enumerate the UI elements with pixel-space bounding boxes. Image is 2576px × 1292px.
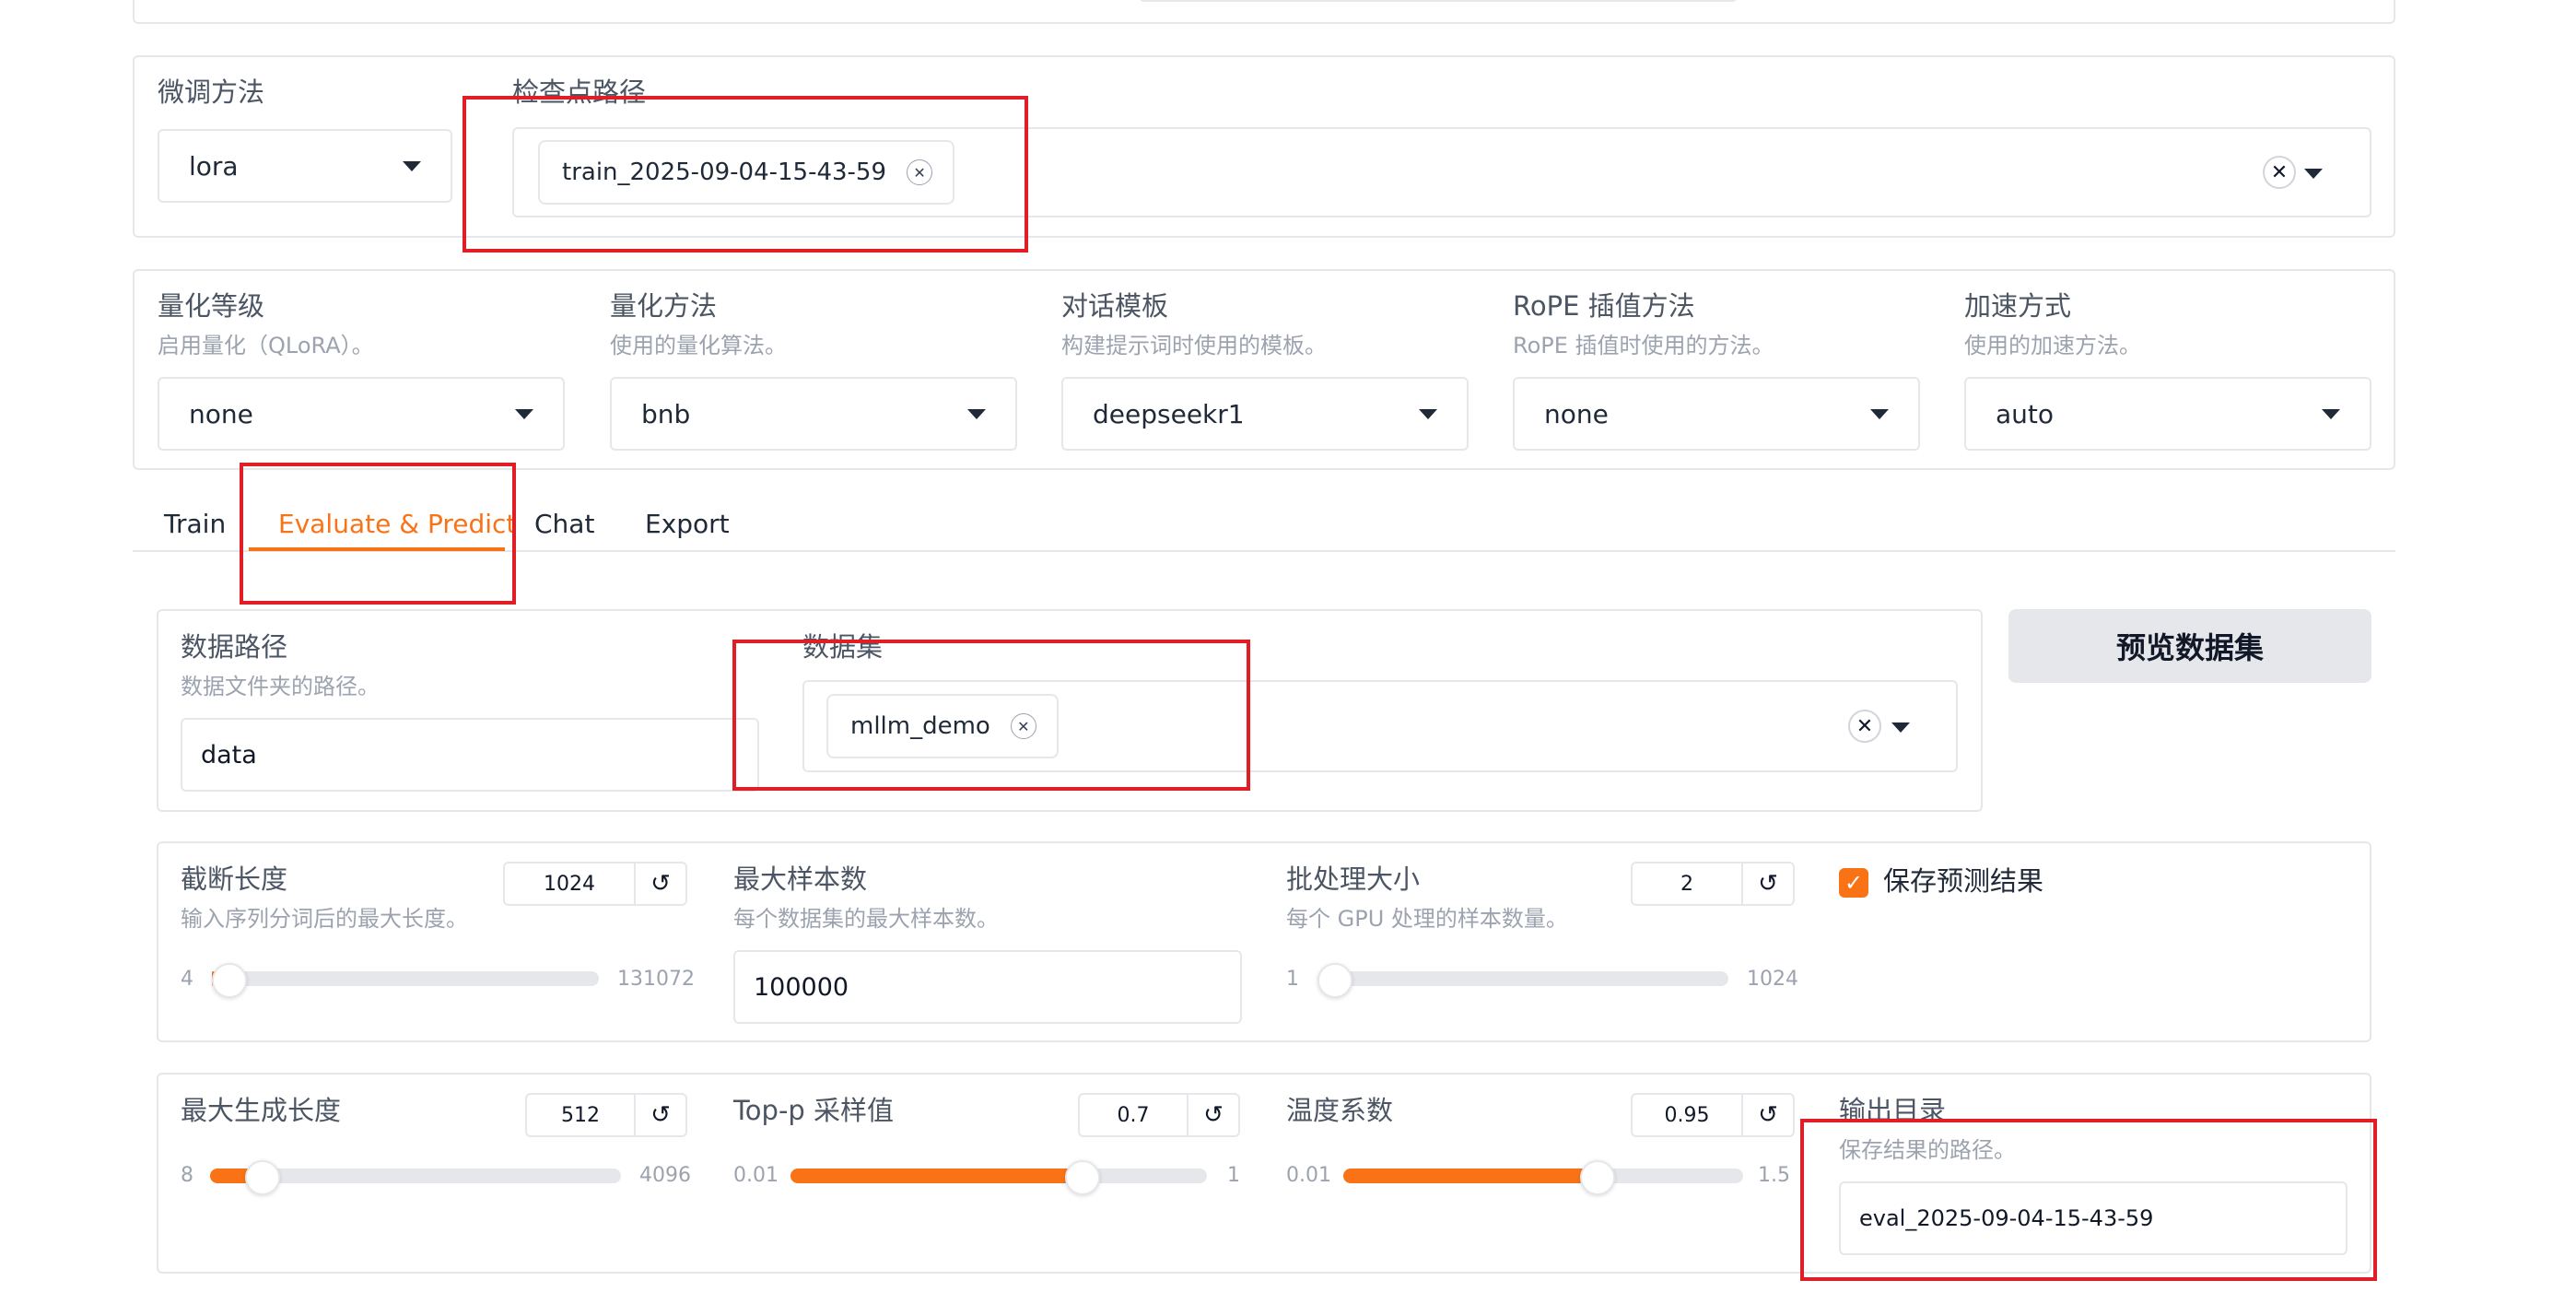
highlight-box	[1800, 1119, 2377, 1281]
top-p-max: 1	[1227, 1164, 1240, 1187]
reset-icon[interactable]: ↺	[1187, 1095, 1238, 1135]
highlight-box	[463, 96, 1028, 253]
chevron-down-icon	[2322, 408, 2340, 419]
cutoff-len-label: 截断长度	[181, 863, 288, 895]
batch-size-info: 每个 GPU 处理的样本数量。	[1286, 906, 1568, 932]
max-new-tokens-max: 4096	[639, 1164, 691, 1187]
cutoff-len-value: 1024	[544, 872, 595, 896]
accel-dropdown[interactable]: auto	[1964, 377, 2371, 451]
rope-label: RoPE 插值方法	[1513, 290, 1695, 322]
slider-thumb[interactable]	[1580, 1160, 1615, 1195]
save-predictions-checkbox[interactable]: ✓	[1839, 868, 1868, 898]
max-samples-info: 每个数据集的最大样本数。	[733, 906, 999, 932]
max-new-tokens-label: 最大生成长度	[181, 1095, 342, 1126]
tab-train[interactable]: Train	[164, 511, 226, 537]
chevron-down-icon[interactable]	[1891, 722, 1910, 733]
cutoff-len-info: 输入序列分词后的最大长度。	[181, 906, 468, 932]
cutoff-len-max: 131072	[617, 968, 695, 991]
cutoff-len-number[interactable]: 1024 ↺	[503, 862, 687, 906]
slider-fill	[790, 1169, 1081, 1183]
batch-size-max: 1024	[1747, 968, 1798, 991]
chevron-down-icon	[967, 408, 986, 419]
finetune-label: 微调方法	[158, 76, 265, 108]
data-dir-input[interactable]: data	[181, 718, 759, 792]
top-clipped-field	[1139, 0, 1738, 2]
quant-level-label: 量化等级	[158, 290, 265, 322]
temperature-slider[interactable]	[1343, 1160, 1743, 1195]
reset-icon[interactable]: ↺	[634, 1095, 685, 1135]
tab-export[interactable]: Export	[645, 511, 730, 537]
temperature-value: 0.95	[1664, 1103, 1710, 1127]
chevron-down-icon	[1419, 408, 1437, 419]
temperature-max: 1.5	[1758, 1164, 1790, 1187]
batch-size-slider[interactable]	[1317, 963, 1728, 998]
quant-level-value: none	[189, 398, 253, 429]
accel-info: 使用的加速方法。	[1964, 333, 2141, 358]
max-samples-input[interactable]: 100000	[733, 950, 1242, 1024]
max-new-tokens-number[interactable]: 512 ↺	[525, 1093, 687, 1137]
template-info: 构建提示词时使用的模板。	[1061, 333, 1327, 358]
accel-value: auto	[1996, 398, 2055, 429]
preview-dataset-button[interactable]: 预览数据集	[2008, 609, 2371, 683]
batch-size-value: 2	[1680, 872, 1693, 896]
slider-thumb[interactable]	[212, 963, 247, 998]
top-p-slider[interactable]	[790, 1160, 1207, 1195]
quant-level-dropdown[interactable]: none	[158, 377, 565, 451]
slider-fill	[1343, 1169, 1596, 1183]
chevron-down-icon	[403, 160, 421, 171]
quant-method-info: 使用的量化算法。	[610, 333, 787, 358]
tab-chat[interactable]: Chat	[534, 511, 594, 537]
save-predictions-label[interactable]: 保存预测结果	[1883, 868, 2043, 895]
template-value: deepseekr1	[1093, 398, 1245, 429]
highlight-box	[240, 463, 516, 605]
clear-icon[interactable]: ✕	[2263, 156, 2296, 189]
top-panel-clipped	[133, 0, 2395, 24]
max-new-tokens-value: 512	[561, 1103, 600, 1127]
data-dir-info: 数据文件夹的路径。	[181, 674, 380, 699]
quant-method-dropdown[interactable]: bnb	[610, 377, 1017, 451]
template-label: 对话模板	[1061, 290, 1169, 322]
max-new-tokens-min: 8	[181, 1164, 193, 1187]
reset-icon[interactable]: ↺	[1741, 1095, 1793, 1135]
chevron-down-icon	[1870, 408, 1889, 419]
accel-label: 加速方式	[1964, 290, 2072, 322]
slider-thumb[interactable]	[1065, 1160, 1100, 1195]
top-p-value: 0.7	[1117, 1103, 1150, 1127]
template-dropdown[interactable]: deepseekr1	[1061, 377, 1469, 451]
temperature-number[interactable]: 0.95 ↺	[1631, 1093, 1795, 1137]
quant-method-label: 量化方法	[610, 290, 718, 322]
quant-method-value: bnb	[641, 398, 691, 429]
reset-icon[interactable]: ↺	[634, 863, 685, 904]
rope-value: none	[1544, 398, 1609, 429]
cutoff-len-min: 4	[181, 968, 193, 991]
batch-size-number[interactable]: 2 ↺	[1631, 862, 1795, 906]
top-p-number[interactable]: 0.7 ↺	[1078, 1093, 1240, 1137]
temperature-label: 温度系数	[1286, 1095, 1394, 1126]
batch-size-label: 批处理大小	[1286, 863, 1421, 895]
max-new-tokens-slider[interactable]	[210, 1160, 621, 1195]
temperature-min: 0.01	[1286, 1164, 1331, 1187]
cutoff-len-slider[interactable]	[212, 963, 599, 998]
reset-icon[interactable]: ↺	[1741, 863, 1793, 904]
slider-thumb[interactable]	[1317, 963, 1352, 998]
clear-icon[interactable]: ✕	[1848, 710, 1881, 743]
data-dir-label: 数据路径	[181, 631, 288, 663]
max-samples-label: 最大样本数	[733, 863, 868, 895]
chevron-down-icon[interactable]	[2304, 169, 2323, 179]
batch-size-min: 1	[1286, 968, 1299, 991]
top-p-min: 0.01	[733, 1164, 779, 1187]
top-p-label: Top-p 采样值	[733, 1095, 895, 1126]
finetune-value: lora	[189, 150, 239, 182]
chevron-down-icon	[515, 408, 533, 419]
highlight-box	[732, 640, 1250, 791]
rope-dropdown[interactable]: none	[1513, 377, 1920, 451]
quant-level-info: 启用量化（QLoRA）。	[158, 333, 374, 358]
rope-info: RoPE 插值时使用的方法。	[1513, 333, 1774, 358]
slider-thumb[interactable]	[245, 1160, 280, 1195]
finetune-dropdown[interactable]: lora	[158, 129, 452, 203]
